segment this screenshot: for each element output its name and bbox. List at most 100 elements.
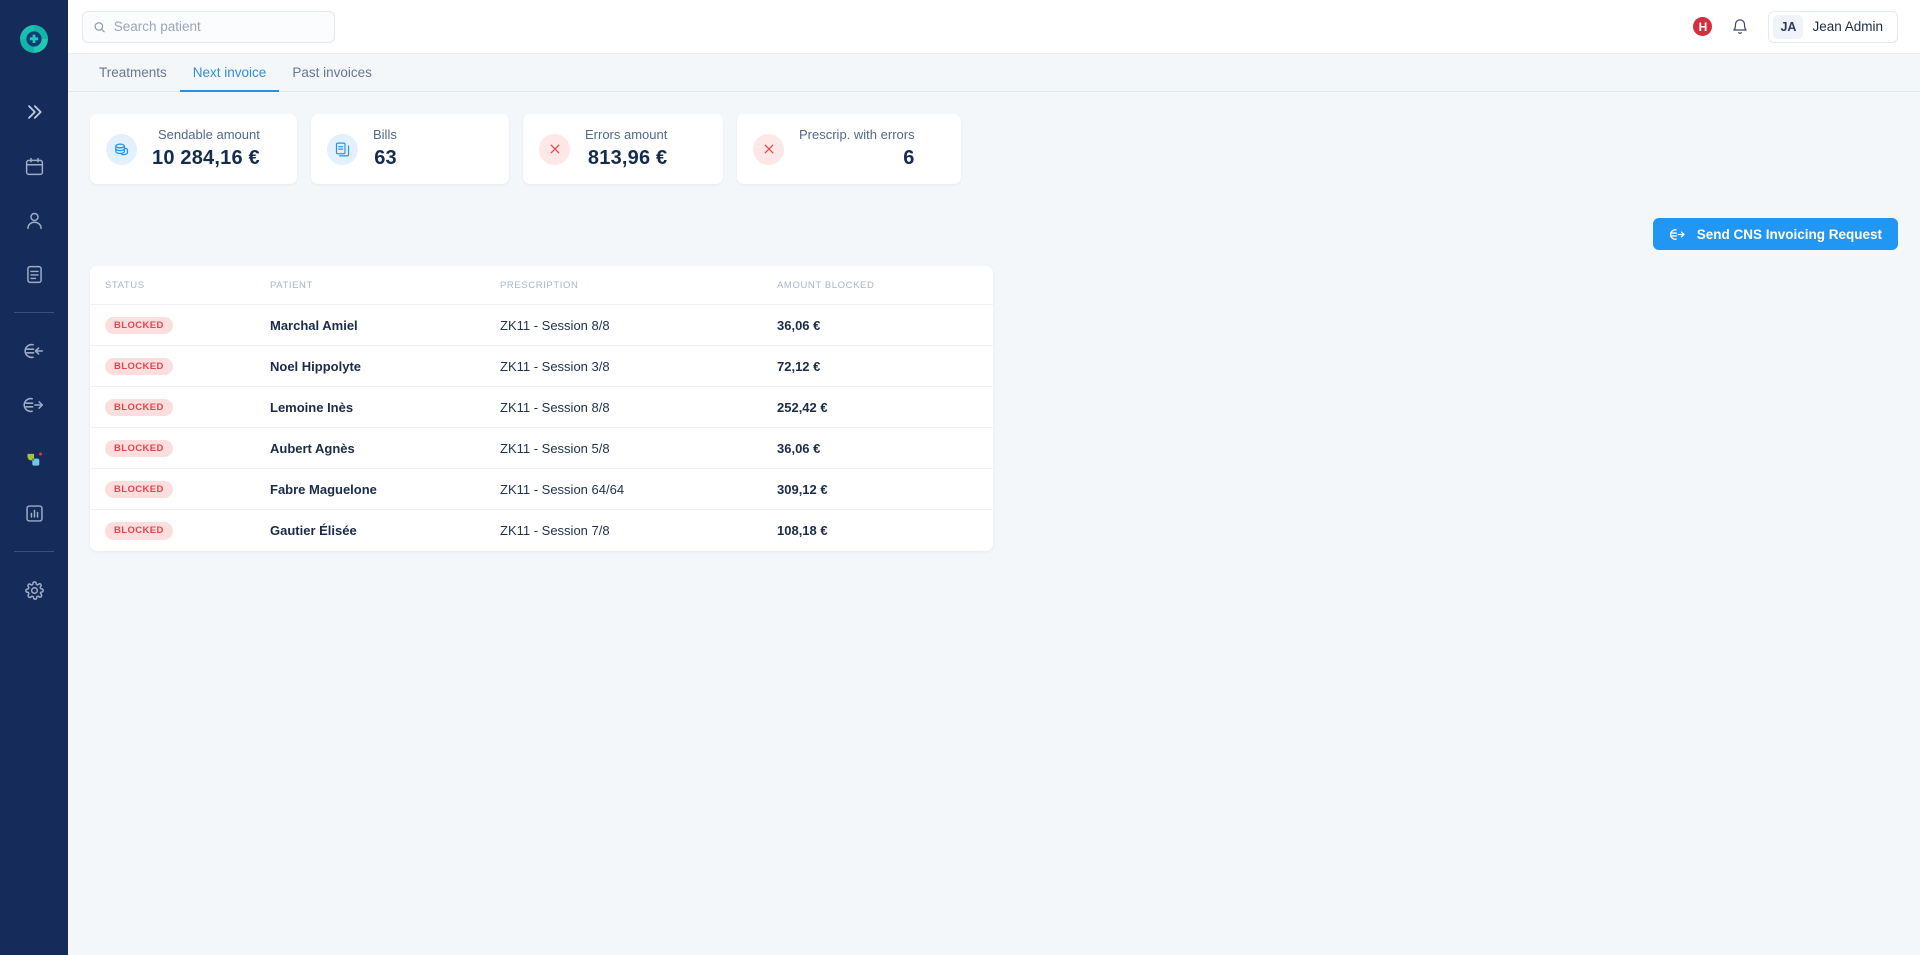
page-content: Sendable amount 10 284,16 € Bills 63 Err… bbox=[68, 92, 1920, 955]
cell-amount: 36,06 € bbox=[777, 427, 993, 469]
table-row[interactable]: BLOCKED Marchal Amiel ZK11 - Session 8/8… bbox=[90, 304, 993, 346]
card-label: Sendable amount bbox=[157, 127, 260, 143]
table: STATUS PATIENT PRESCRIPTION AMOUNT BLOCK… bbox=[90, 266, 993, 551]
card-bills: Bills 63 bbox=[311, 114, 509, 184]
app-logo[interactable] bbox=[0, 10, 68, 68]
sidebar-divider-bottom bbox=[14, 551, 54, 552]
cell-status: BLOCKED bbox=[90, 427, 270, 469]
sidebar-item-settings[interactable] bbox=[12, 568, 56, 612]
chevron-double-right-icon bbox=[28, 105, 42, 119]
card-errors-amount: Errors amount 813,96 € bbox=[523, 114, 723, 184]
search-input[interactable] bbox=[113, 19, 324, 34]
bar-chart-icon bbox=[25, 504, 43, 522]
card-icon-wrap bbox=[753, 133, 784, 165]
sidebar-item-apps[interactable] bbox=[12, 437, 56, 481]
cell-prescription: ZK11 - Session 7/8 bbox=[500, 509, 777, 551]
cell-amount: 108,18 € bbox=[777, 509, 993, 551]
card-text: Sendable amount 10 284,16 € bbox=[152, 126, 260, 171]
cell-status: BLOCKED bbox=[90, 345, 270, 387]
user-menu[interactable]: JA Jean Admin bbox=[1768, 10, 1898, 43]
column-header-status: STATUS bbox=[90, 266, 270, 305]
card-text: Bills 63 bbox=[373, 126, 397, 171]
cell-amount: 252,42 € bbox=[777, 386, 993, 428]
euro-arrow-right-icon bbox=[23, 397, 44, 413]
status-badge: BLOCKED bbox=[105, 398, 173, 417]
column-header-patient: PATIENT bbox=[270, 266, 500, 305]
cell-status: BLOCKED bbox=[90, 386, 270, 428]
table-row[interactable]: BLOCKED Gautier Élisée ZK11 - Session 7/… bbox=[90, 509, 993, 551]
send-cns-label: Send CNS Invoicing Request bbox=[1696, 226, 1882, 242]
user-name-label: Jean Admin bbox=[1812, 19, 1883, 34]
sidebar-item-statistics[interactable] bbox=[12, 491, 56, 535]
action-row: Send CNS Invoicing Request bbox=[90, 218, 1898, 250]
cell-patient: Aubert Agnès bbox=[270, 427, 500, 469]
send-cns-invoicing-request-button[interactable]: Send CNS Invoicing Request bbox=[1652, 218, 1898, 250]
notifications-button[interactable] bbox=[1731, 18, 1749, 36]
cell-prescription: ZK11 - Session 8/8 bbox=[500, 386, 777, 428]
card-text: Errors amount 813,96 € bbox=[585, 126, 667, 171]
tab-next-invoice[interactable]: Next invoice bbox=[179, 54, 280, 92]
sidebar-item-patients[interactable] bbox=[12, 198, 56, 242]
cell-prescription: ZK11 - Session 3/8 bbox=[500, 345, 777, 387]
sidebar-item-outgoing-payments[interactable] bbox=[12, 383, 56, 427]
status-badge: BLOCKED bbox=[105, 357, 173, 376]
cell-patient: Fabre Maguelone bbox=[270, 468, 500, 510]
sidebar-item-incoming-payments[interactable] bbox=[12, 329, 56, 373]
card-icon-wrap bbox=[539, 133, 570, 165]
sidebar-divider-top bbox=[14, 312, 54, 313]
table-row[interactable]: BLOCKED Aubert Agnès ZK11 - Session 5/8 … bbox=[90, 427, 993, 469]
card-icon-wrap bbox=[106, 133, 137, 165]
cell-amount: 309,12 € bbox=[777, 468, 993, 510]
cell-prescription: ZK11 - Session 8/8 bbox=[500, 304, 777, 346]
cell-prescription: ZK11 - Session 5/8 bbox=[500, 427, 777, 469]
summary-cards: Sendable amount 10 284,16 € Bills 63 Err… bbox=[90, 114, 1898, 184]
cell-patient: Lemoine Inès bbox=[270, 386, 500, 428]
euro-arrow-left-icon bbox=[24, 343, 44, 359]
close-x-icon bbox=[550, 144, 559, 154]
cell-status: BLOCKED bbox=[90, 468, 270, 510]
column-header-amount-blocked: AMOUNT BLOCKED bbox=[777, 266, 993, 305]
sidebar-item-calendar[interactable] bbox=[12, 144, 56, 188]
search-patient-box[interactable] bbox=[82, 10, 335, 43]
tab-past-invoices[interactable]: Past invoices bbox=[279, 54, 385, 92]
bell-icon bbox=[1733, 18, 1748, 34]
cell-amount: 36,06 € bbox=[777, 304, 993, 346]
documents-icon bbox=[335, 142, 350, 156]
card-value: 813,96 € bbox=[587, 146, 668, 169]
cell-patient: Marchal Amiel bbox=[270, 304, 500, 346]
colored-shapes-icon bbox=[27, 452, 42, 466]
card-label: Errors amount bbox=[585, 127, 668, 143]
cell-prescription: ZK11 - Session 64/64 bbox=[500, 468, 777, 510]
cell-patient: Noel Hippolyte bbox=[270, 345, 500, 387]
sidebar-item-collapse-expand[interactable] bbox=[12, 90, 56, 134]
tab-bar: Treatments Next invoice Past invoices bbox=[68, 54, 1920, 92]
status-badge: BLOCKED bbox=[105, 480, 173, 499]
table-row[interactable]: BLOCKED Fabre Maguelone ZK11 - Session 6… bbox=[90, 468, 993, 510]
search-icon bbox=[94, 21, 105, 32]
card-text: Prescrip. with errors 6 bbox=[799, 126, 915, 171]
sidebar-item-documents[interactable] bbox=[12, 252, 56, 296]
calendar-icon bbox=[25, 157, 43, 175]
table-head: STATUS PATIENT PRESCRIPTION AMOUNT BLOCK… bbox=[90, 266, 993, 305]
sidebar bbox=[0, 0, 68, 955]
cell-status: BLOCKED bbox=[90, 304, 270, 346]
coins-icon bbox=[115, 142, 129, 155]
close-x-icon bbox=[764, 144, 773, 154]
top-bar: H JA Jean Admin bbox=[68, 0, 1920, 54]
table-body: BLOCKED Marchal Amiel ZK11 - Session 8/8… bbox=[90, 304, 993, 551]
top-bar-actions: H JA Jean Admin bbox=[1693, 10, 1898, 43]
cell-status: BLOCKED bbox=[90, 509, 270, 551]
blocked-prescriptions-table: STATUS PATIENT PRESCRIPTION AMOUNT BLOCK… bbox=[90, 266, 993, 551]
euro-arrow-right-icon bbox=[1669, 228, 1685, 240]
help-badge[interactable]: H bbox=[1693, 17, 1713, 36]
card-label: Bills bbox=[373, 127, 397, 143]
status-badge: BLOCKED bbox=[105, 522, 173, 540]
card-label: Prescrip. with errors bbox=[799, 127, 915, 143]
tab-treatments[interactable]: Treatments bbox=[86, 54, 180, 92]
card-sendable-amount: Sendable amount 10 284,16 € bbox=[90, 114, 297, 184]
column-header-prescription: PRESCRIPTION bbox=[500, 266, 777, 305]
table-row[interactable]: BLOCKED Noel Hippolyte ZK11 - Session 3/… bbox=[90, 345, 993, 387]
table-row[interactable]: BLOCKED Lemoine Inès ZK11 - Session 8/8 … bbox=[90, 386, 993, 428]
card-icon-wrap bbox=[327, 133, 358, 165]
main-region: H JA Jean Admin Treatments Next invoice … bbox=[68, 0, 1920, 955]
